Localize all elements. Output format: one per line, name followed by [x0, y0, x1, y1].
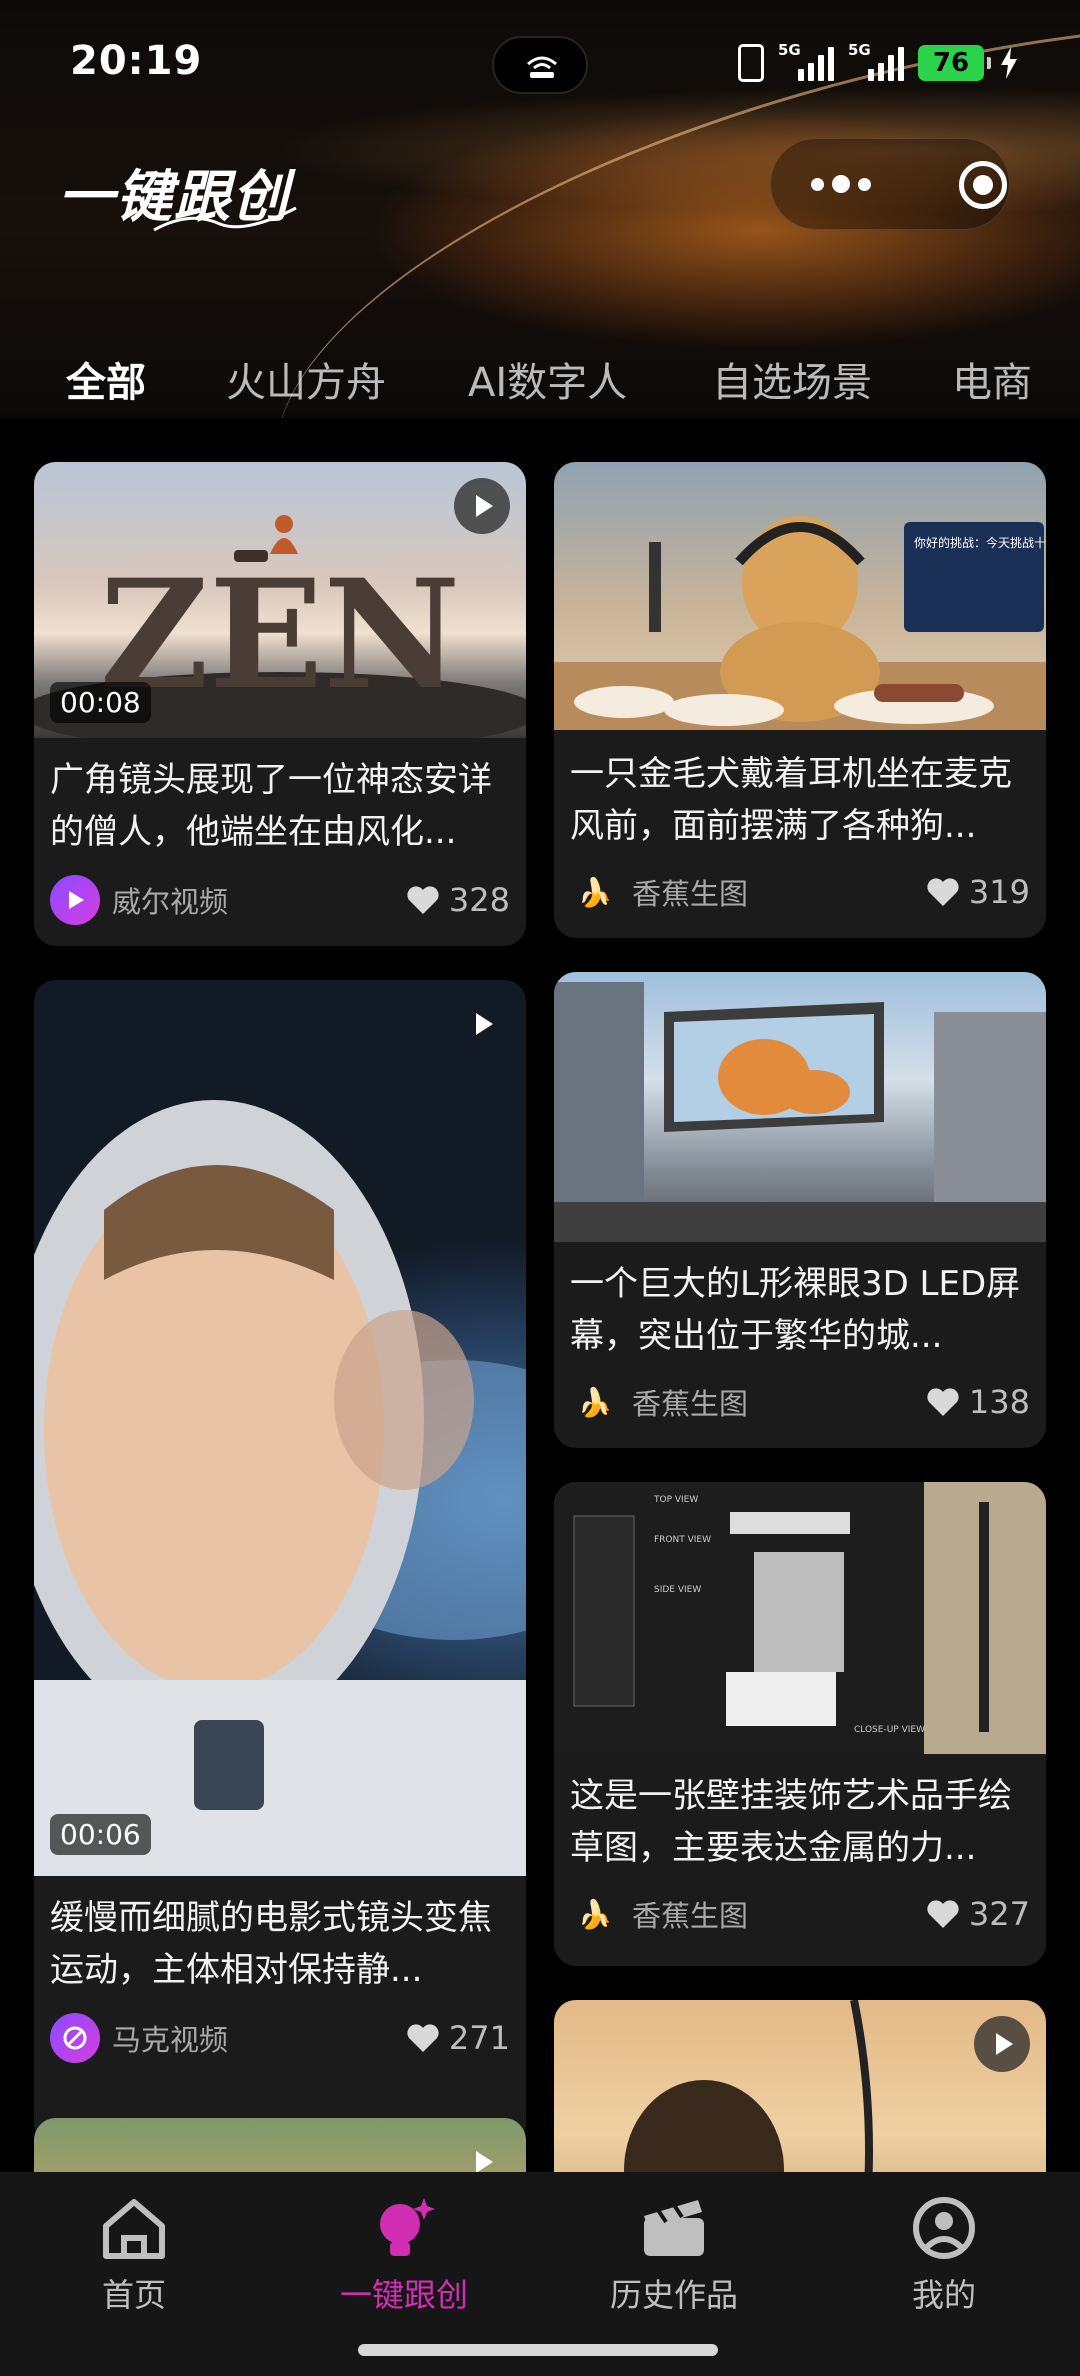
feed-card-golden-retriever[interactable]: 你好的挑战：今天挑战十根大骨棒！进一大堆的小狗吧！ 一只金毛犬戴着耳机坐在麦克风… [554, 462, 1046, 938]
signal-icon-1: 5G [778, 41, 834, 81]
card-footer: 🍌 香蕉生图 138 [570, 1376, 1030, 1428]
author-avatar: 🍌 [570, 1889, 620, 1939]
card-thumbnail: ZEN 00:08 [34, 462, 526, 738]
author-name: 威尔视频 [112, 885, 229, 919]
title-swoosh-decoration [153, 206, 297, 232]
card-title: 缓慢而细腻的电影式镜头变焦运动，主体相对保持静... [50, 1898, 492, 1990]
nav-one-click-create[interactable]: 一键跟创 [304, 2194, 504, 2316]
play-icon[interactable] [974, 2016, 1030, 2072]
feed-card-archer-partial[interactable] [554, 2000, 1046, 2178]
card-footer: 威尔视频 328 [50, 874, 510, 926]
author-name: 香蕉生图 [632, 877, 749, 911]
play-logo-icon [69, 891, 84, 909]
home-icon [103, 2199, 165, 2259]
heart-icon [927, 1900, 959, 1928]
no-sign-logo-icon [63, 2026, 87, 2050]
nav-home[interactable]: 首页 [34, 2194, 234, 2316]
nav-profile[interactable]: 我的 [844, 2194, 1044, 2316]
status-time: 20:19 [70, 38, 203, 84]
astronaut-illustration [34, 1100, 526, 1876]
heart-icon [927, 1388, 959, 1416]
card-thumbnail: 你好的挑战：今天挑战十根大骨棒！进一大堆的小狗吧！ [554, 462, 1046, 730]
feed-card-wall-art[interactable]: TOP VIEW FRONT VIEW SIDE VIEW CLOSE-UP V… [554, 1482, 1046, 1966]
video-duration: 00:08 [50, 682, 151, 723]
card-thumbnail [34, 2118, 526, 2178]
home-indicator[interactable] [358, 2344, 718, 2356]
card-thumbnail [554, 972, 1046, 1242]
tab-all[interactable]: 全部 [66, 350, 146, 408]
hotspot-icon [527, 56, 557, 78]
archer-illustration [624, 2000, 873, 2178]
svg-text:TOP VIEW: TOP VIEW [653, 1495, 698, 1505]
banana-icon: 🍌 [577, 1897, 613, 1931]
tab-volcano-ark[interactable]: 火山方舟 [226, 350, 386, 408]
tab-ecommerce[interactable]: 电商 [952, 350, 1032, 408]
card-title: 一个巨大的L形裸眼3D LED屏幕，突出位于繁华的城... [570, 1264, 1021, 1356]
feed-card-led-billboard[interactable]: 一个巨大的L形裸眼3D LED屏幕，突出位于繁华的城... 🍌 香蕉生图 138 [554, 972, 1046, 1448]
dynamic-island [492, 36, 588, 94]
author-name: 马克视频 [112, 2023, 229, 2057]
svg-text:SIDE VIEW: SIDE VIEW [654, 1585, 701, 1595]
dog-podcast-illustration: 你好的挑战：今天挑战十根大骨棒！进一大堆的小狗吧！ [554, 516, 1046, 730]
city-billboard-illustration [554, 982, 1046, 1242]
header-banner: 20:19 5G 5G 76 一键跟创 全部 火山方舟 AI数字人 自选场景 电… [0, 0, 1080, 418]
like-count[interactable]: 328 [405, 881, 510, 919]
status-icons: 5G 5G 76 [738, 40, 1020, 86]
vibrate-icon [738, 44, 764, 82]
like-count[interactable]: 138 [925, 1383, 1030, 1421]
card-title: 这是一张壁挂装饰艺术品手绘草图，主要表达金属的力... [570, 1776, 1012, 1868]
svg-text:你好的挑战：今天挑战十根大骨棒！进一大堆的小狗吧！: 你好的挑战：今天挑战十根大骨棒！进一大堆的小狗吧！ [914, 535, 1046, 550]
card-title: 广角镜头展现了一位神态安详的僧人，他端坐在由风化... [50, 760, 492, 852]
bulb-sparkle-icon [380, 2198, 435, 2256]
status-bar: 20:19 5G 5G 76 [0, 0, 1080, 130]
play-icon[interactable] [454, 478, 510, 534]
card-footer: 马克视频 271 [50, 2012, 510, 2064]
play-icon[interactable] [454, 996, 510, 1052]
video-duration: 00:06 [50, 1814, 151, 1855]
tab-ai-avatar[interactable]: AI数字人 [468, 350, 627, 408]
tab-custom-scene[interactable]: 自选场景 [712, 350, 872, 408]
author-avatar [50, 2013, 100, 2063]
heart-icon [407, 2024, 439, 2052]
author-name: 香蕉生图 [632, 1387, 749, 1421]
feed-card-tropical-partial[interactable] [34, 2118, 526, 2178]
category-tabs: 全部 火山方舟 AI数字人 自选场景 电商 [0, 350, 1080, 416]
card-title: 一只金毛犬戴着耳机坐在麦克风前，面前摆满了各种狗... [570, 754, 1012, 846]
author-avatar: 🍌 [570, 867, 620, 917]
banana-icon: 🍌 [577, 1385, 613, 1419]
mini-program-capsule [770, 138, 1010, 230]
like-count[interactable]: 271 [405, 2019, 510, 2057]
author-avatar [50, 875, 100, 925]
card-footer: 🍌 香蕉生图 327 [570, 1888, 1030, 1940]
feed-card-astronaut[interactable]: 00:06 缓慢而细腻的电影式镜头变焦运动，主体相对保持静... 马克视频 27… [34, 980, 526, 2146]
sketch-gallery-illustration: TOP VIEW FRONT VIEW SIDE VIEW CLOSE-UP V… [573, 1482, 1046, 1754]
more-dots-icon[interactable] [811, 175, 871, 193]
author-avatar: 🍌 [570, 1377, 620, 1427]
svg-text:CLOSE-UP VIEW: CLOSE-UP VIEW [854, 1725, 925, 1735]
card-thumbnail: TOP VIEW FRONT VIEW SIDE VIEW CLOSE-UP V… [554, 1482, 1046, 1754]
heart-icon [927, 878, 959, 906]
card-thumbnail: 00:06 [34, 980, 526, 1876]
card-footer: 🍌 香蕉生图 319 [570, 866, 1030, 918]
svg-text:ZEN: ZEN [100, 547, 461, 723]
profile-icon [913, 2197, 975, 2259]
like-count[interactable]: 327 [925, 1895, 1030, 1933]
heart-icon [407, 886, 439, 914]
author-name: 香蕉生图 [632, 1899, 749, 1933]
record-target-icon[interactable] [959, 161, 1007, 209]
feed-card-zen-monk[interactable]: ZEN 00:08 广角镜头展现了一位神态安详的僧人，他端坐在由风化... 威尔… [34, 462, 526, 946]
like-count[interactable]: 319 [925, 873, 1030, 911]
svg-text:FRONT VIEW: FRONT VIEW [654, 1535, 711, 1545]
signal-icon-2: 5G [848, 41, 904, 81]
battery-indicator: 76 [918, 45, 991, 81]
banana-icon: 🍌 [577, 875, 613, 909]
clapperboard-icon [644, 2200, 704, 2256]
card-thumbnail [554, 2000, 1046, 2178]
content-feed: ZEN 00:08 广角镜头展现了一位神态安详的僧人，他端坐在由风化... 威尔… [0, 418, 1080, 2178]
nav-history[interactable]: 历史作品 [574, 2194, 774, 2316]
charging-icon [1001, 47, 1017, 79]
